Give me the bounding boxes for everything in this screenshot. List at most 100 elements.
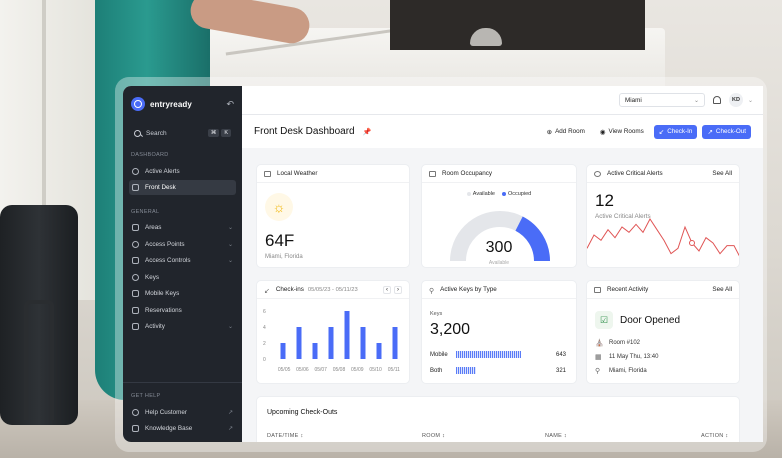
search-button[interactable]: Search ⌘ K: [130, 124, 235, 142]
sidebar-item-areas[interactable]: Areas ⌄: [129, 220, 236, 235]
bell-icon[interactable]: [712, 96, 721, 104]
reservations-icon: [132, 306, 139, 314]
occupancy-sub: Available: [488, 260, 510, 266]
activity-room: Room #102: [609, 340, 641, 346]
y-tick-label: 6: [263, 309, 266, 315]
date-pager: ‹ ›: [383, 285, 402, 294]
check-in-button[interactable]: ↙ Check-In: [653, 124, 698, 139]
chevron-down-icon: ⌄: [227, 258, 233, 264]
sidebar-item-activity[interactable]: Activity ⌄: [129, 319, 236, 334]
next-icon[interactable]: ›: [394, 285, 402, 294]
check-in-label: Check-In: [667, 128, 693, 135]
suitcase: [0, 205, 78, 425]
checkin-bar[interactable]: [360, 327, 366, 359]
activity-datetime: 11 May Thu, 13:40: [609, 354, 659, 360]
calendar-icon: ▦: [595, 354, 602, 361]
sidebar-item-label: Access Points: [145, 240, 185, 248]
pin-icon[interactable]: 📌: [363, 128, 372, 136]
location-select[interactable]: Miami ⌄: [618, 93, 705, 107]
col-date-time[interactable]: DATE/TIME ↕: [267, 433, 422, 439]
col-room[interactable]: ROOM ↕: [422, 433, 545, 439]
activity-card: Recent Activity See All ☑ Door Opened ⛪ …: [586, 280, 740, 384]
sidebar-item-label: Front Desk: [145, 184, 176, 191]
upcoming-checkouts-card: Upcoming Check-Outs DATE/TIME ↕ ROOM ↕ N…: [256, 396, 740, 442]
sidebar-item-mobile-keys[interactable]: Mobile Keys: [129, 286, 236, 301]
sidebar-item-access-points[interactable]: Access Points ⌄: [129, 237, 236, 252]
col-name[interactable]: NAME ↕: [545, 433, 701, 439]
sidebar-item-front-desk[interactable]: Front Desk: [129, 180, 236, 195]
keys-total: 3,200: [430, 321, 471, 338]
check-out-button[interactable]: ↗ Check-Out: [702, 124, 751, 139]
checkin-bar[interactable]: [296, 327, 302, 359]
collapse-sidebar-icon[interactable]: ↶: [226, 99, 234, 110]
chevron-down-icon: ⌄: [227, 324, 233, 330]
x-tick-label: 05/09: [351, 367, 364, 373]
search-icon: [134, 129, 141, 137]
occupancy-card: Room Occupancy Available Occupied 300 Av…: [421, 164, 577, 268]
card-header: Local Weather: [257, 165, 409, 183]
sidebar-item-label: Keys: [145, 273, 159, 281]
weather-location: Miami, Florida: [265, 254, 303, 260]
alerts-sparkline: [587, 218, 739, 257]
main-content: Miami ⌄ KD ⌄ Front Desk Dashboard 📌 ⊕ Ad…: [242, 86, 763, 442]
arrow-down-left-icon: ↙: [658, 128, 665, 136]
card-title: Check-ins: [275, 286, 304, 293]
location-pin-icon: ⚲: [595, 368, 601, 375]
column-label: NAME: [545, 433, 563, 439]
sidebar-item-access-controls[interactable]: Access Controls ⌄: [129, 253, 236, 268]
column-label: DATE/TIME: [267, 433, 299, 439]
checkin-bar[interactable]: [376, 343, 382, 359]
add-room-button[interactable]: ⊕ Add Room: [542, 125, 590, 139]
access-points-icon: [132, 240, 139, 248]
avatar[interactable]: KD: [728, 93, 743, 107]
weather-icon: [264, 170, 271, 177]
activity-datetime-row: ▦ 11 May Thu, 13:40: [595, 353, 658, 361]
eye-icon: ◉: [599, 128, 606, 136]
checkin-bar[interactable]: [328, 327, 334, 359]
column-label: ROOM: [422, 433, 441, 439]
checkin-bar[interactable]: [312, 343, 318, 359]
book-icon: [132, 425, 139, 432]
col-action[interactable]: ACTION ↕: [701, 433, 728, 439]
app-window: entryready ↶ Search ⌘ K DASHBOARD Active…: [123, 86, 763, 442]
x-tick-label: 05/07: [314, 367, 327, 373]
activity-icon: [594, 286, 601, 293]
alerts-highlight-point[interactable]: [689, 240, 695, 246]
date-range: 05/05/23 - 05/11/23: [307, 286, 358, 293]
checkin-bar[interactable]: [392, 327, 398, 359]
sidebar-item-keys[interactable]: Keys: [129, 270, 236, 285]
search-shortcut: ⌘ K: [207, 129, 231, 137]
brand-name: entryready: [150, 99, 192, 109]
checkins-card: ↙ Check-ins 05/05/23 - 05/11/23 ‹ › 6 4 2 0…: [256, 280, 410, 384]
sidebar-item-label: Areas: [145, 224, 162, 231]
k-key: K: [221, 129, 231, 137]
view-rooms-button[interactable]: ◉ View Rooms: [595, 125, 649, 139]
sidebar-item-knowledge-base[interactable]: Knowledge Base ↗: [129, 421, 236, 436]
card-title: Active Keys by Type: [440, 286, 497, 293]
sidebar-item-label: Help Customer: [145, 408, 187, 416]
brand-logo-icon: [131, 97, 145, 111]
help-icon: [132, 408, 139, 416]
checkin-bar[interactable]: [344, 311, 350, 359]
card-header: ⚲ Active Keys by Type: [422, 281, 576, 299]
checkin-bar[interactable]: [280, 343, 286, 359]
weather-card: Local Weather ☼ 64F Miami, Florida: [256, 164, 410, 268]
sun-icon: ☼: [265, 193, 293, 221]
chevron-down-icon[interactable]: ⌄: [748, 97, 753, 104]
arrow-up-right-icon: ↗: [707, 128, 713, 136]
plus-circle-icon: ⊕: [546, 128, 553, 136]
sidebar-item-label: Access Controls: [145, 257, 191, 264]
prev-icon[interactable]: ‹: [383, 285, 391, 294]
sidebar-item-reservations[interactable]: Reservations: [129, 303, 236, 318]
sidebar-item-label: Activity: [145, 323, 165, 330]
sidebar-item-help-customer[interactable]: Help Customer ↗: [129, 405, 236, 420]
key-type-name: Mobile: [430, 351, 448, 358]
key-type-bar: [456, 351, 521, 358]
occupancy-value: 300: [485, 239, 513, 256]
door-icon: ⛪: [595, 340, 604, 347]
x-tick-label: 05/08: [333, 367, 346, 373]
x-tick-label: 05/05: [278, 367, 291, 373]
see-all-link[interactable]: See All: [712, 286, 732, 293]
lock-icon: ☑: [595, 311, 613, 329]
sidebar-item-active-alerts[interactable]: Active Alerts: [129, 164, 236, 179]
